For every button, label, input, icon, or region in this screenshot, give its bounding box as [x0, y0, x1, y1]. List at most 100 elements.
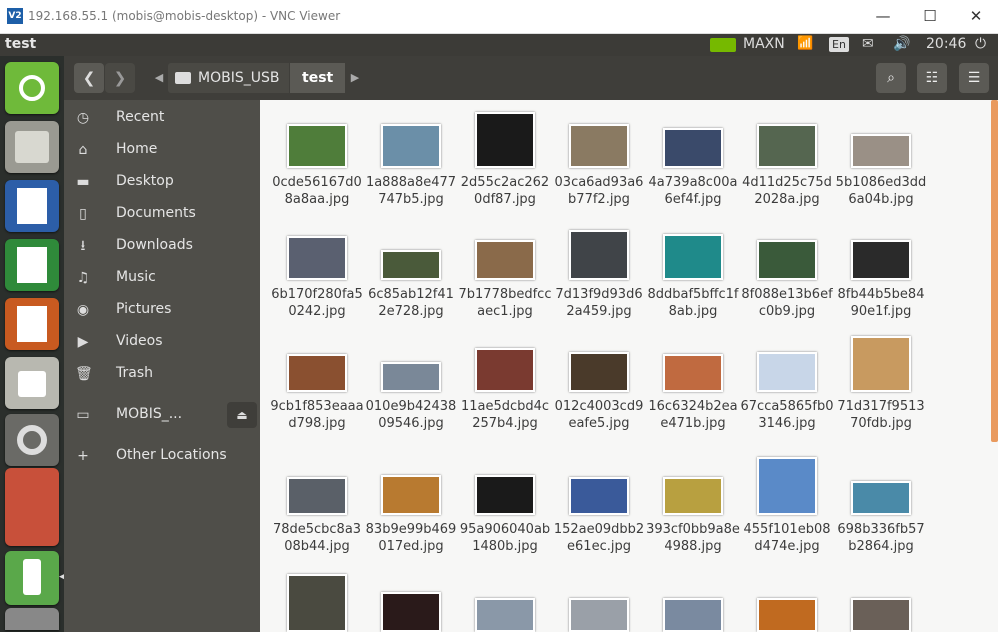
power-mode-label[interactable]: MAXN — [743, 36, 785, 52]
file-item[interactable] — [834, 570, 928, 632]
file-item[interactable]: 010e9b4243809546.jpg — [364, 334, 458, 432]
file-item[interactable]: 7d13f9d93d62a459.jpg — [552, 222, 646, 320]
sidebar-item-videos[interactable]: ▶ Videos — [64, 328, 260, 358]
file-item[interactable]: 1a888a8e477747b5.jpg — [364, 110, 458, 208]
file-item[interactable]: 4d11d25c75d2028a.jpg — [740, 110, 834, 208]
places-sidebar: ❮ ❯ ◷ Recent ⌂ Home ▬ Desktop ▯ Documents ⭳ Downl… — [64, 56, 260, 632]
volume-icon[interactable]: 🔊 — [893, 36, 910, 52]
file-item[interactable]: 78de5cbc8a308b44.jpg — [270, 457, 364, 555]
system-settings-icon[interactable] — [5, 414, 59, 466]
software-center-icon[interactable] — [5, 357, 59, 409]
file-name: 71d317f951370fdb.jpg — [837, 399, 925, 431]
file-name: 9cb1f853eaaad798.jpg — [270, 399, 364, 431]
clock-icon: ◷ — [76, 110, 90, 126]
search-button[interactable]: ⌕ — [876, 63, 906, 93]
calc-app-icon[interactable] — [5, 239, 59, 291]
keyboard-layout-indicator[interactable]: En — [829, 37, 849, 52]
close-button[interactable]: ✕ — [961, 5, 991, 27]
file-item[interactable]: 16c6324b2eae471b.jpg — [646, 334, 740, 432]
file-item[interactable]: 6b170f280fa50242.jpg — [270, 222, 364, 320]
sidebar-item-pictures[interactable]: ◉ Pictures — [64, 296, 260, 326]
menu-button[interactable]: ☰ — [959, 63, 989, 93]
sidebar-item-home[interactable]: ⌂ Home — [64, 136, 260, 166]
file-item[interactable] — [552, 570, 646, 632]
ubuntu-dash-icon[interactable] — [5, 62, 59, 114]
image-thumbnail — [569, 230, 629, 280]
scrollbar[interactable] — [991, 100, 998, 442]
file-item[interactable] — [646, 570, 740, 632]
file-item[interactable]: 5b1086ed3dd6a04b.jpg — [834, 110, 928, 208]
sidebar-item-desktop[interactable]: ▬ Desktop — [64, 168, 260, 198]
forward-button[interactable]: ❯ — [105, 63, 135, 93]
files-app-icon[interactable] — [5, 121, 59, 173]
file-item[interactable]: 152ae09dbb2e61ec.jpg — [552, 457, 646, 555]
power-icon[interactable]: ⏻ — [975, 36, 986, 52]
view-toggle-button[interactable]: ☷ — [917, 63, 947, 93]
path-scroll-left-icon[interactable]: ◀ — [150, 63, 168, 93]
file-name: 4d11d25c75d2028a.jpg — [742, 175, 832, 207]
sidebar-item-recent[interactable]: ◷ Recent — [64, 104, 260, 134]
clock[interactable]: 20:46 — [926, 36, 966, 52]
minimize-button[interactable]: — — [868, 5, 898, 27]
file-name: 8ddbaf5bffc1f8ab.jpg — [647, 287, 739, 319]
file-name: 7d13f9d93d62a459.jpg — [555, 287, 643, 319]
file-item[interactable] — [270, 570, 364, 632]
crumb-test[interactable]: test — [290, 63, 346, 93]
trash-launcher-icon[interactable] — [5, 608, 59, 630]
image-thumbnail — [757, 240, 817, 280]
impress-app-icon[interactable] — [5, 298, 59, 350]
image-thumbnail — [569, 598, 629, 632]
image-thumbnail — [851, 481, 911, 515]
file-item[interactable]: 67cca5865fb03146.jpg — [740, 334, 834, 432]
file-item[interactable]: 8fb44b5be8490e1f.jpg — [834, 222, 928, 320]
file-item[interactable]: 8f088e13b6efc0b9.jpg — [740, 222, 834, 320]
file-name: 0cde56167d08a8aa.jpg — [272, 175, 362, 207]
image-thumbnail — [475, 598, 535, 632]
image-thumbnail — [851, 598, 911, 632]
sidebar-item-documents[interactable]: ▯ Documents — [64, 200, 260, 230]
file-item[interactable]: 455f101eb08d474e.jpg — [740, 457, 834, 555]
trash-icon: 🗑 — [75, 366, 93, 382]
file-item[interactable] — [364, 570, 458, 632]
file-item[interactable]: 9cb1f853eaaad798.jpg — [270, 334, 364, 432]
file-item[interactable]: 4a739a8c00a6ef4f.jpg — [646, 110, 740, 208]
wifi-icon[interactable]: 📶 — [797, 36, 813, 51]
app-stack-icon[interactable] — [5, 468, 59, 546]
folder-icon: ▬ — [76, 174, 90, 190]
file-item[interactable]: 95a906040ab1480b.jpg — [458, 457, 552, 555]
file-item[interactable]: 0cde56167d08a8aa.jpg — [270, 110, 364, 208]
back-button[interactable]: ❮ — [74, 63, 104, 93]
file-item[interactable]: 7b1778bedfccaec1.jpg — [458, 222, 552, 320]
sidebar-item-other-locations[interactable]: + Other Locations — [64, 442, 260, 472]
image-thumbnail — [381, 475, 441, 515]
file-item[interactable]: 012c4003cd9eafe5.jpg — [552, 334, 646, 432]
sidebar-item-music[interactable]: ♫ Music — [64, 264, 260, 294]
writer-app-icon[interactable] — [5, 180, 59, 232]
file-item[interactable]: 11ae5dcbd4c257b4.jpg — [458, 334, 552, 432]
image-thumbnail — [663, 128, 723, 168]
sidebar-item-downloads[interactable]: ⭳ Downloads — [64, 232, 260, 262]
sidebar-item-label: MOBIS_... — [116, 406, 183, 422]
maximize-button[interactable]: ☐ — [915, 5, 945, 27]
file-item[interactable]: 698b336fb57b2864.jpg — [834, 457, 928, 555]
file-grid: 0cde56167d08a8aa.jpg 1a888a8e477747b5.jpg… — [260, 100, 998, 632]
file-item[interactable]: 393cf0bb9a8e4988.jpg — [646, 457, 740, 555]
file-item[interactable]: 83b9e99b469017ed.jpg — [364, 457, 458, 555]
path-scroll-right-icon[interactable]: ▶ — [346, 63, 364, 93]
nvidia-icon[interactable] — [710, 38, 736, 52]
file-item[interactable] — [458, 570, 552, 632]
mail-icon[interactable]: ✉ — [862, 36, 874, 52]
sidebar-item-trash[interactable]: 🗑 Trash — [64, 360, 260, 390]
usb-drive-icon[interactable] — [5, 551, 59, 605]
file-item[interactable]: 6c85ab12f412e728.jpg — [364, 222, 458, 320]
file-item[interactable] — [740, 570, 834, 632]
file-item[interactable]: 2d55c2ac2620df87.jpg — [458, 110, 552, 208]
crumb-mobis-usb[interactable]: MOBIS_USB — [168, 63, 290, 93]
file-item[interactable]: 03ca6ad93a6b77f2.jpg — [552, 110, 646, 208]
image-thumbnail — [287, 236, 347, 280]
eject-button[interactable]: ⏏ — [227, 402, 257, 428]
image-thumbnail — [663, 598, 723, 632]
file-item[interactable]: 8ddbaf5bffc1f8ab.jpg — [646, 222, 740, 320]
file-item[interactable]: 71d317f951370fdb.jpg — [834, 334, 928, 432]
sidebar-item-label: Pictures — [116, 301, 172, 317]
